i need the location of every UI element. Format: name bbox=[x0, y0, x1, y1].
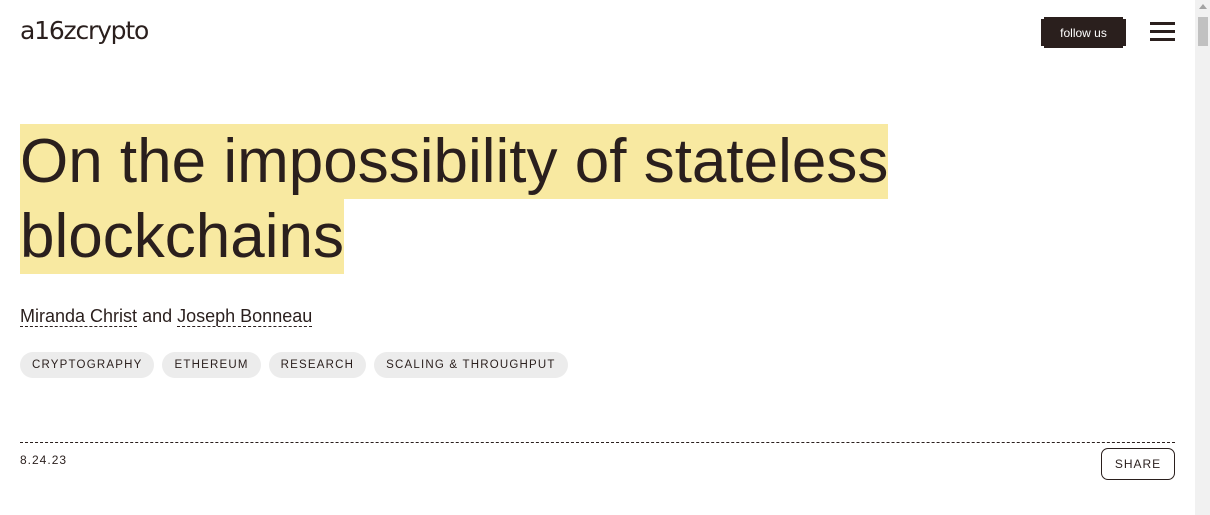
author-line: Miranda Christ and Joseph Bonneau bbox=[20, 306, 313, 327]
hamburger-menu-icon[interactable] bbox=[1149, 20, 1177, 44]
author-link-joseph-bonneau[interactable]: Joseph Bonneau bbox=[177, 306, 313, 327]
tag-ethereum[interactable]: ETHEREUM bbox=[162, 352, 261, 378]
vertical-scrollbar[interactable] bbox=[1195, 0, 1210, 515]
article-title: On the impossibility of stateless blockc… bbox=[20, 124, 1020, 274]
publish-date: 8.24.23 bbox=[20, 453, 68, 467]
author-connector: and bbox=[142, 306, 173, 326]
logo[interactable]: a16zcrypto bbox=[20, 16, 149, 45]
menu-bar-middle bbox=[1150, 30, 1175, 33]
author-link-miranda-christ[interactable]: Miranda Christ bbox=[20, 306, 138, 327]
menu-bar-top bbox=[1150, 22, 1175, 25]
tag-scaling-throughput[interactable]: SCALING & THROUGHPUT bbox=[374, 352, 568, 378]
follow-us-button[interactable]: follow us bbox=[1041, 17, 1126, 48]
article-title-text: On the impossibility of stateless blockc… bbox=[20, 124, 889, 274]
scroll-up-arrow-icon[interactable] bbox=[1199, 4, 1207, 9]
tag-cryptography[interactable]: CRYPTOGRAPHY bbox=[20, 352, 155, 378]
dashed-divider bbox=[20, 442, 1175, 443]
menu-bar-bottom bbox=[1150, 38, 1175, 41]
page: a16zcrypto follow us On the impossibilit… bbox=[0, 0, 1195, 515]
share-button[interactable]: SHARE bbox=[1101, 448, 1175, 480]
tag-list: CRYPTOGRAPHY ETHEREUM RESEARCH SCALING &… bbox=[20, 352, 568, 378]
scrollbar-thumb[interactable] bbox=[1198, 17, 1208, 46]
tag-research[interactable]: RESEARCH bbox=[268, 352, 367, 378]
